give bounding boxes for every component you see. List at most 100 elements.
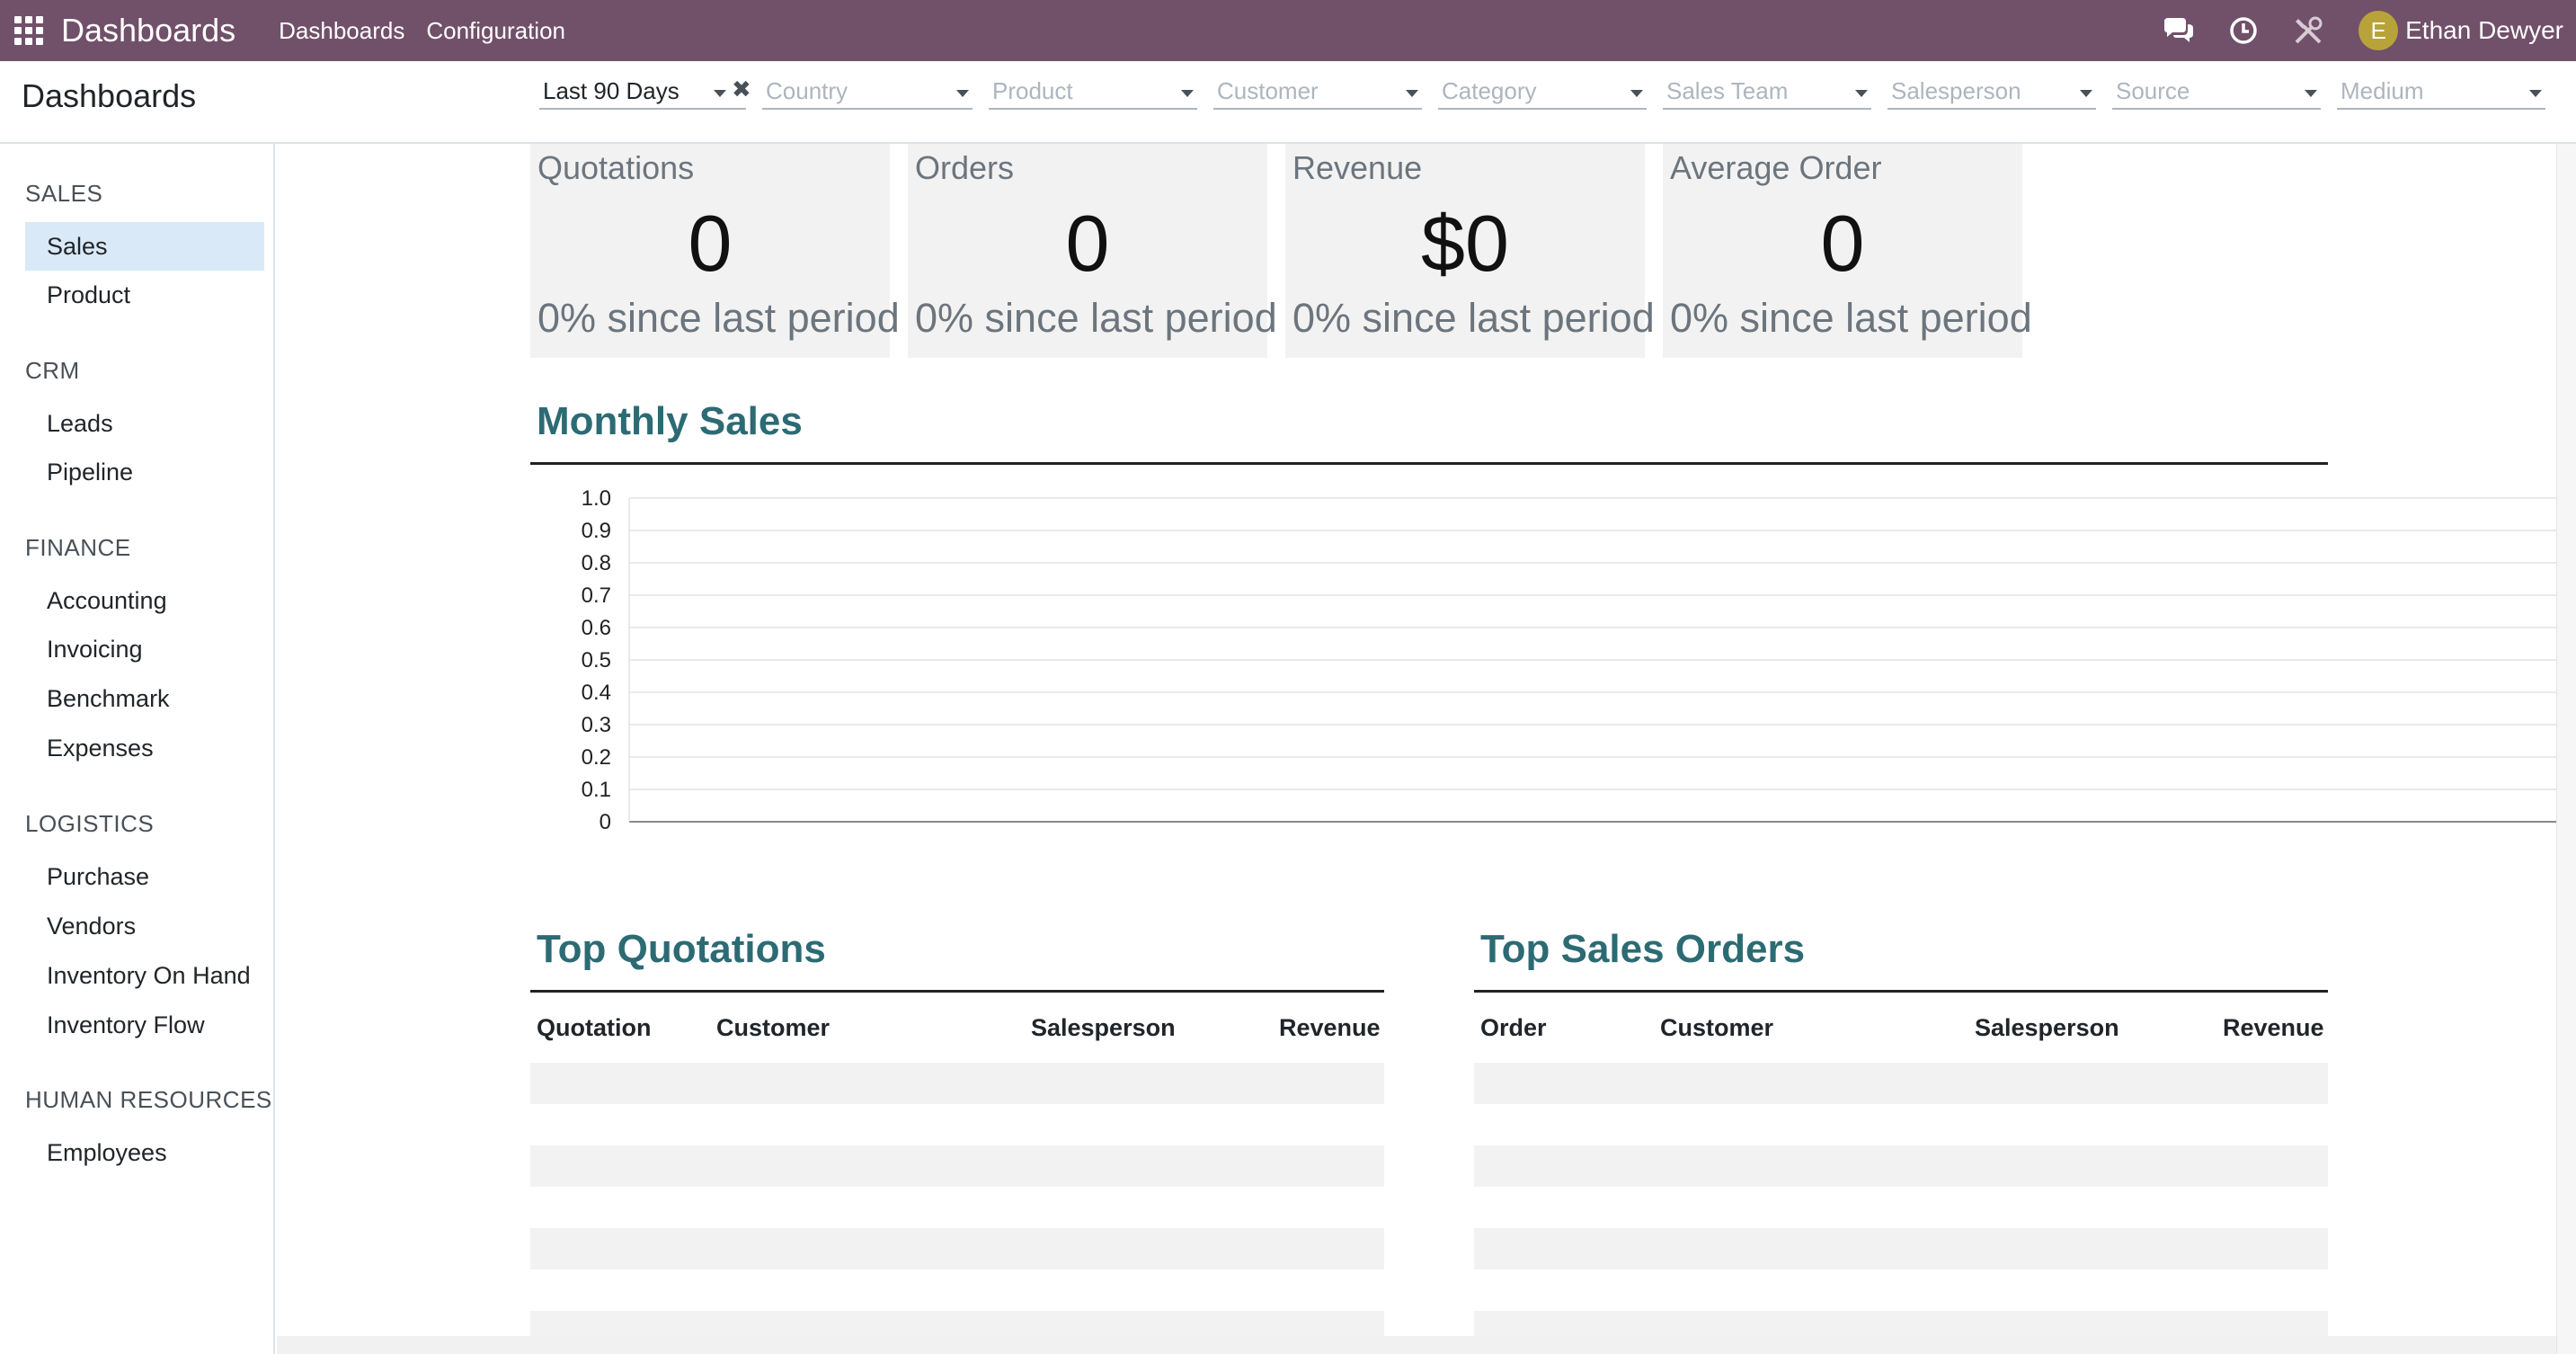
chat-icon[interactable] <box>2161 13 2197 49</box>
sidebar-item-pipeline[interactable]: Pipeline <box>25 448 264 496</box>
filter-product[interactable]: Product <box>989 74 1197 110</box>
filter-source-placeholder: Source <box>2116 77 2190 104</box>
control-panel: Dashboards Last 90 Days ✖ Country Produc… <box>0 61 2576 144</box>
filter-salesperson[interactable]: Salesperson <box>1888 74 2096 110</box>
clock-icon[interactable] <box>2225 13 2261 49</box>
column-header-revenue[interactable]: Revenue <box>1279 1014 1381 1042</box>
sidebar-section-sales: SALES <box>25 180 103 207</box>
sidebar-item-purchase[interactable]: Purchase <box>25 852 264 901</box>
sidebar-item-benchmark[interactable]: Benchmark <box>25 674 264 723</box>
kpi-card-revenue[interactable]: Revenue $0 0% since last period <box>1285 144 1655 358</box>
y-tick-label: 0 <box>600 810 611 834</box>
chevron-down-icon <box>1630 90 1643 97</box>
sidebar-item-expenses[interactable]: Expenses <box>25 724 264 772</box>
sidebar-item-leads[interactable]: Leads <box>25 399 264 448</box>
sidebar-item-invoicing[interactable]: Invoicing <box>25 625 264 673</box>
filter-customer-placeholder: Customer <box>1217 77 1319 104</box>
table-row <box>1474 1063 2328 1104</box>
kpi-trend: 0% since last period <box>537 295 900 341</box>
column-header-salesperson[interactable]: Salesperson <box>1031 1014 1176 1042</box>
user-avatar[interactable]: E <box>2358 11 2399 50</box>
sidebar-item-accounting[interactable]: Accounting <box>25 576 264 625</box>
kpi-card-quotations[interactable]: Quotations 0 0% since last period <box>530 144 900 358</box>
column-header-customer[interactable]: Customer <box>716 1014 830 1042</box>
filter-customer[interactable]: Customer <box>1213 74 1422 110</box>
kpi-trend: 0% since last period <box>1670 295 2032 341</box>
kpi-trend: 0% since last period <box>1292 295 1655 341</box>
y-tick-label: 0.6 <box>582 616 611 640</box>
chevron-down-icon <box>2305 90 2317 97</box>
y-tick-label: 0.4 <box>582 681 611 705</box>
table-row <box>1474 1145 2328 1187</box>
filter-country[interactable]: Country <box>762 74 973 110</box>
filter-product-placeholder: Product <box>992 77 1073 104</box>
horizontal-scrollbar[interactable] <box>277 1336 2556 1354</box>
monthly-sales-chart: 1.0 0.9 0.8 0.7 0.6 0.5 0.4 0.3 0.2 0.1 0 <box>582 486 2571 834</box>
y-tick-label: 0.5 <box>582 648 611 673</box>
nav-link-configuration[interactable]: Configuration <box>426 17 565 45</box>
kpi-card-orders[interactable]: Orders 0 0% since last period <box>908 144 1277 358</box>
clear-icon[interactable]: ✖ <box>732 76 751 103</box>
chevron-down-icon <box>1181 90 1194 97</box>
y-tick-label: 1.0 <box>582 486 611 511</box>
column-header-order[interactable]: Order <box>1480 1014 1547 1042</box>
table-row <box>1474 1228 2328 1269</box>
column-header-revenue[interactable]: Revenue <box>2223 1014 2324 1042</box>
sidebar-section-crm: CRM <box>25 357 80 384</box>
filter-category-placeholder: Category <box>1442 77 1537 104</box>
y-tick-label: 0.3 <box>582 713 611 737</box>
sidebar: SALES Sales Product CRM Leads Pipeline F… <box>0 144 275 1354</box>
filter-sales-team[interactable]: Sales Team <box>1663 74 1871 110</box>
chevron-down-icon <box>956 90 969 97</box>
app-brand[interactable]: Dashboards <box>61 12 235 49</box>
top-navbar: Dashboards Dashboards Configuration E Et… <box>0 0 2576 61</box>
top-quotations-title: Top Quotations <box>537 927 826 971</box>
sidebar-item-product[interactable]: Product <box>25 271 264 319</box>
kpi-card-average-order[interactable]: Average Order 0 0% since last period <box>1663 144 2032 358</box>
sidebar-item-sales[interactable]: Sales <box>25 222 264 271</box>
kpi-title: Average Order <box>1670 149 1882 186</box>
user-name[interactable]: Ethan Dewyer <box>2405 16 2563 45</box>
monthly-sales-title: Monthly Sales <box>537 399 803 443</box>
y-tick-label: 0.8 <box>582 551 611 575</box>
y-tick-label: 0.1 <box>582 778 611 802</box>
filter-medium[interactable]: Medium <box>2337 74 2545 110</box>
kpi-title: Orders <box>915 149 1015 186</box>
vertical-scrollbar[interactable] <box>2556 144 2576 1354</box>
filter-date-range[interactable]: Last 90 Days ✖ <box>539 74 751 110</box>
column-header-salesperson[interactable]: Salesperson <box>1975 1014 2119 1042</box>
kpi-value: 0 <box>688 199 733 288</box>
chevron-down-icon <box>1406 90 1418 97</box>
nav-link-dashboards[interactable]: Dashboards <box>279 17 404 45</box>
column-header-customer[interactable]: Customer <box>1660 1014 1773 1042</box>
kpi-value: 0 <box>1065 199 1110 288</box>
tools-icon[interactable] <box>2290 13 2326 49</box>
sidebar-item-employees[interactable]: Employees <box>25 1128 264 1177</box>
filter-sales-team-placeholder: Sales Team <box>1666 77 1789 104</box>
filter-category[interactable]: Category <box>1438 74 1647 110</box>
chevron-down-icon <box>1855 90 1868 97</box>
kpi-trend: 0% since last period <box>915 295 1277 341</box>
top-sales-orders-title: Top Sales Orders <box>1480 927 1806 971</box>
kpi-value: 0 <box>1820 199 1865 288</box>
filter-source[interactable]: Source <box>2112 74 2321 110</box>
y-tick-label: 0.7 <box>582 583 611 608</box>
chevron-down-icon[interactable] <box>714 90 726 97</box>
chevron-down-icon <box>2529 90 2542 97</box>
filter-medium-placeholder: Medium <box>2341 77 2424 104</box>
filter-bar: Last 90 Days ✖ Country Product Customer … <box>539 74 2545 110</box>
navbar-systray: E Ethan Dewyer <box>2161 0 2576 61</box>
column-header-quotation[interactable]: Quotation <box>537 1014 651 1042</box>
apps-grid-icon[interactable] <box>14 16 43 45</box>
table-row <box>530 1145 1384 1187</box>
sidebar-item-inventory-flow[interactable]: Inventory Flow <box>25 1001 264 1049</box>
sidebar-section-logistics: LOGISTICS <box>25 810 155 837</box>
kpi-value: $0 <box>1421 199 1509 288</box>
y-tick-label: 0.2 <box>582 745 611 770</box>
section-divider <box>530 990 1384 993</box>
sidebar-item-vendors[interactable]: Vendors <box>25 902 264 950</box>
sidebar-item-inventory-on-hand[interactable]: Inventory On Hand <box>25 951 264 1000</box>
y-tick-label: 0.9 <box>582 519 611 543</box>
sidebar-section-human-resources: HUMAN RESOURCES <box>25 1086 272 1113</box>
filter-country-placeholder: Country <box>766 77 848 104</box>
